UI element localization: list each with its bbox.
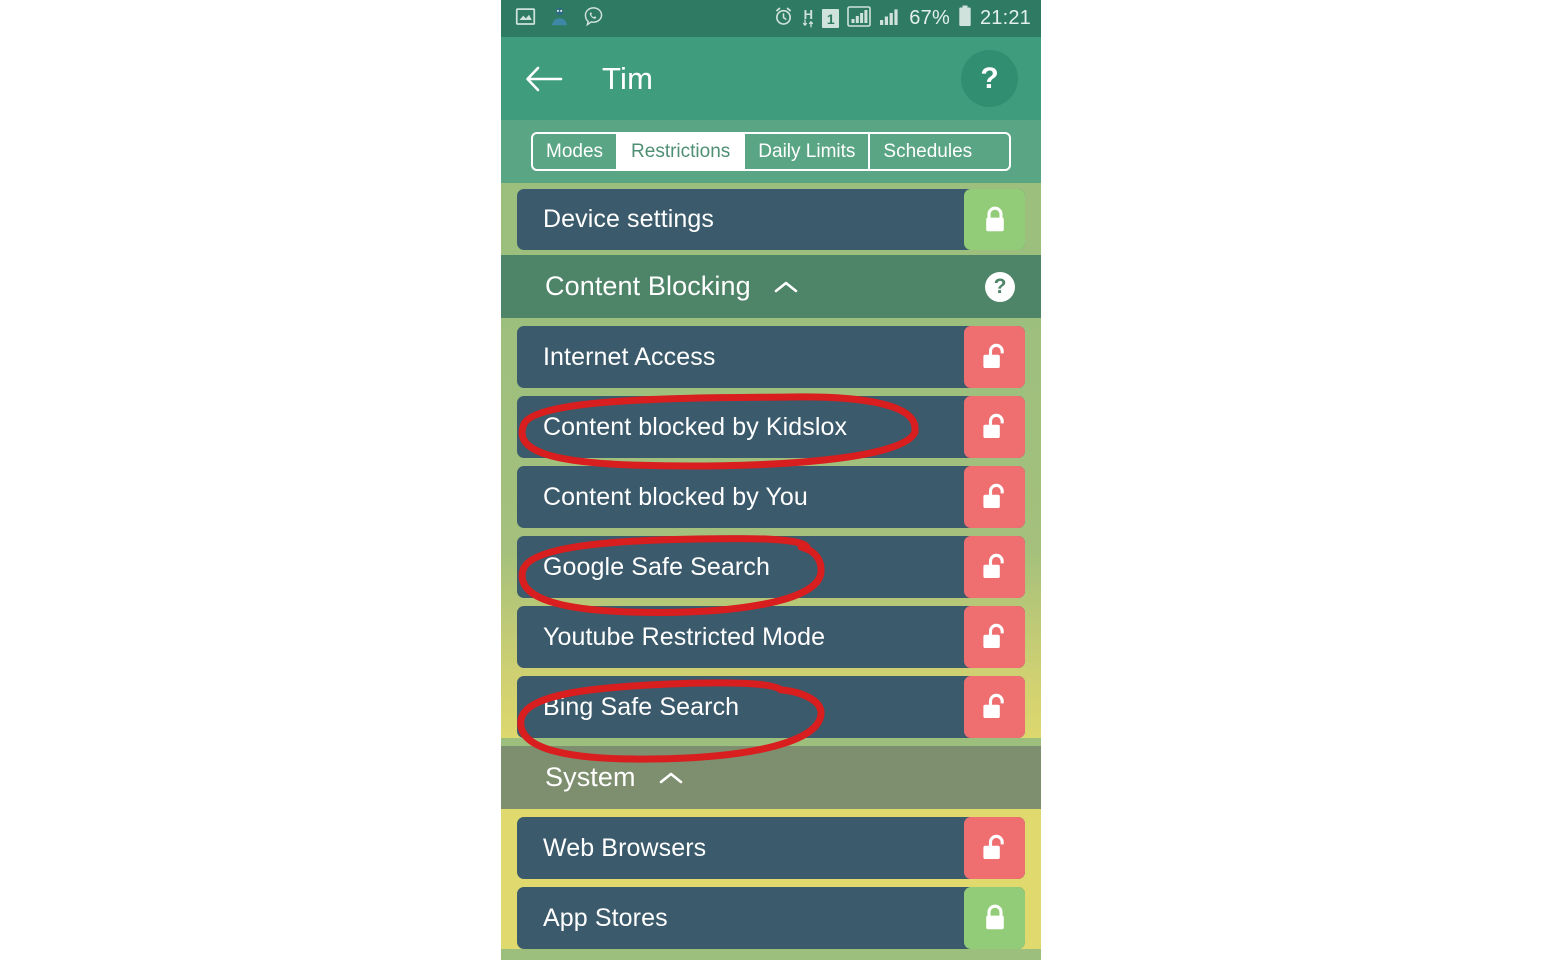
tab-bar: Modes Restrictions Daily Limits Schedule… — [501, 120, 1041, 183]
section-title: Content Blocking — [545, 271, 751, 301]
section-header-content-blocking[interactable]: Content Blocking ? — [501, 255, 1041, 318]
status-bar: H 1 67% 21:21 — [501, 0, 1041, 37]
section-help-icon[interactable]: ? — [985, 271, 1015, 302]
row-device-settings[interactable]: Device settings — [517, 189, 1025, 250]
lock-toggle-unlocked[interactable] — [964, 326, 1025, 388]
row-bing-safe-search[interactable]: Bing Safe Search — [517, 676, 1025, 738]
status-bar-left-icons — [515, 6, 604, 32]
row-content-blocked-by-kidslox[interactable]: Content blocked by Kidslox — [517, 396, 1025, 458]
lock-toggle-unlocked[interactable] — [964, 466, 1025, 528]
tab-modes[interactable]: Modes — [533, 134, 619, 169]
row-label: Content blocked by Kidslox — [543, 412, 848, 441]
row-google-safe-search[interactable]: Google Safe Search — [517, 536, 1025, 598]
signal1-icon — [847, 5, 872, 32]
network-type-label: H — [803, 6, 813, 22]
row-label: Youtube Restricted Mode — [543, 622, 826, 651]
screenshot-icon — [515, 6, 536, 32]
row-youtube-restricted-mode[interactable]: Youtube Restricted Mode — [517, 606, 1025, 668]
system-rows: Web Browsers App Stores — [501, 809, 1041, 949]
chevron-up-icon[interactable] — [658, 770, 684, 786]
lock-toggle-unlocked[interactable] — [964, 606, 1025, 668]
row-app-stores[interactable]: App Stores — [517, 887, 1025, 949]
help-button[interactable]: ? — [961, 50, 1018, 107]
lock-toggle-unlocked[interactable] — [964, 396, 1025, 458]
lock-toggle-locked[interactable] — [964, 189, 1025, 250]
avatar-icon — [549, 6, 570, 32]
row-web-browsers[interactable]: Web Browsers — [517, 817, 1025, 879]
tab-daily-limits[interactable]: Daily Limits — [745, 134, 871, 169]
chevron-up-icon[interactable] — [773, 279, 799, 295]
lock-toggle-unlocked[interactable] — [964, 536, 1025, 598]
row-label: Google Safe Search — [543, 552, 770, 581]
tab-restrictions[interactable]: Restrictions — [618, 134, 746, 169]
tab-schedules[interactable]: Schedules — [870, 134, 985, 169]
back-arrow-icon[interactable] — [523, 58, 565, 100]
row-label: App Stores — [543, 903, 668, 932]
row-internet-access[interactable]: Internet Access — [517, 326, 1025, 388]
row-label: Content blocked by You — [543, 482, 808, 511]
content-blocking-rows: Internet Access Content blocked by Kidsl… — [501, 318, 1041, 738]
battery-percent-label: 67% — [909, 7, 950, 29]
lock-toggle-locked[interactable] — [964, 887, 1025, 949]
viber-icon — [583, 6, 604, 32]
screenshot-root: H 1 67% 21:21 Tim ? Modes Restrictions D… — [0, 0, 1541, 960]
lock-toggle-unlocked[interactable] — [964, 676, 1025, 738]
row-content-blocked-by-you[interactable]: Content blocked by You — [517, 466, 1025, 528]
phone-viewport: H 1 67% 21:21 Tim ? Modes Restrictions D… — [501, 0, 1041, 960]
status-bar-right-icons: H 1 67% 21:21 — [773, 5, 1031, 32]
section-title: System — [545, 762, 636, 792]
device-settings-band: Device settings — [501, 183, 1041, 255]
page-title: Tim — [602, 60, 654, 96]
sim1-icon: 1 — [822, 9, 840, 28]
hspa-data-icon: H — [802, 6, 814, 28]
signal2-icon — [879, 6, 901, 32]
section-header-system[interactable]: System — [501, 746, 1041, 809]
battery-icon — [958, 5, 972, 32]
clock-label: 21:21 — [979, 7, 1031, 29]
row-label: Web Browsers — [543, 833, 707, 862]
row-label: Bing Safe Search — [543, 692, 740, 721]
row-label: Internet Access — [543, 342, 716, 371]
alarm-icon — [773, 6, 794, 32]
lock-toggle-unlocked[interactable] — [964, 817, 1025, 879]
row-label: Device settings — [543, 205, 715, 233]
app-bar: Tim ? — [501, 37, 1041, 120]
